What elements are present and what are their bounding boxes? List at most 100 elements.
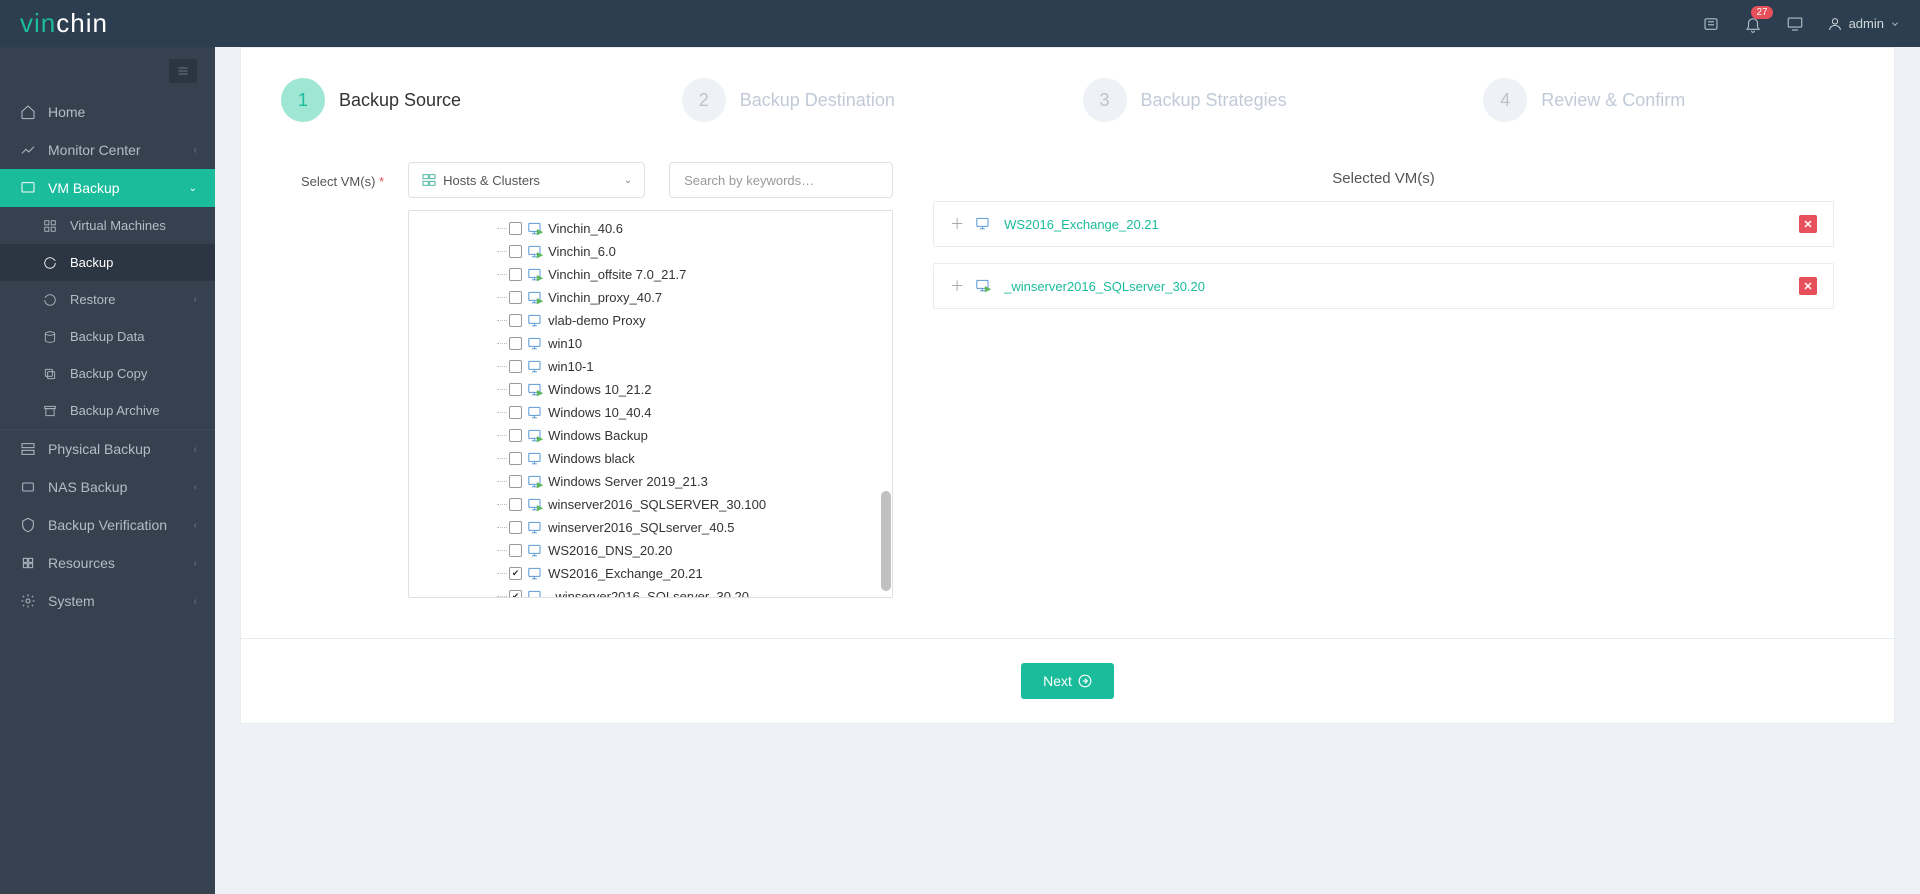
user-menu[interactable]: admin bbox=[1827, 16, 1900, 32]
sidebar-label: VM Backup bbox=[48, 180, 120, 196]
sidebar-item-monitor[interactable]: Monitor Center ‹ bbox=[0, 131, 215, 169]
next-button[interactable]: Next bbox=[1021, 663, 1114, 699]
grid-icon bbox=[40, 219, 60, 233]
nas-icon bbox=[18, 479, 38, 495]
monitor-icon[interactable] bbox=[1785, 14, 1805, 34]
remove-button[interactable]: ✕ bbox=[1799, 277, 1817, 295]
vm-checkbox[interactable] bbox=[509, 521, 522, 534]
layers-icon bbox=[18, 555, 38, 571]
vm-checkbox[interactable] bbox=[509, 590, 522, 598]
sidebar-item-home[interactable]: Home bbox=[0, 93, 215, 131]
sidebar-sub-backup[interactable]: Backup bbox=[0, 244, 215, 281]
tree-item[interactable]: WS2016_DNS_20.20 bbox=[409, 539, 892, 562]
vm-checkbox[interactable] bbox=[509, 544, 522, 557]
vm-checkbox[interactable] bbox=[509, 268, 522, 281]
archive-icon bbox=[40, 404, 60, 418]
tree-item[interactable]: Windows Backup bbox=[409, 424, 892, 447]
sidebar-sub-restore[interactable]: Restore‹ bbox=[0, 281, 215, 318]
tree-item[interactable]: win10-1 bbox=[409, 355, 892, 378]
tree-item[interactable]: vlab-demo Proxy bbox=[409, 309, 892, 332]
vm-name: Windows 10_40.4 bbox=[548, 405, 651, 420]
tree-item[interactable]: Vinchin_40.6 bbox=[409, 217, 892, 240]
vm-checkbox[interactable] bbox=[509, 475, 522, 488]
sidebar-sub-backuparchive[interactable]: Backup Archive bbox=[0, 392, 215, 429]
vm-checkbox[interactable] bbox=[509, 406, 522, 419]
tree-item[interactable]: _winserver2016_SQLserver_30.20 bbox=[409, 585, 892, 598]
vm-name: Vinchin_6.0 bbox=[548, 244, 616, 259]
expand-button[interactable]: ＋ bbox=[950, 214, 964, 234]
wizard-panel: 1Backup Source 2Backup Destination 3Back… bbox=[240, 47, 1895, 724]
sidebar-sub-virtualmachines[interactable]: Virtual Machines bbox=[0, 207, 215, 244]
notifications-icon[interactable] bbox=[1701, 14, 1721, 34]
vm-checkbox[interactable] bbox=[509, 245, 522, 258]
refresh-icon bbox=[40, 256, 60, 270]
scrollbar-thumb[interactable] bbox=[881, 491, 891, 591]
select-vms-label: Select VM(s) * bbox=[301, 162, 384, 598]
vm-checkbox[interactable] bbox=[509, 360, 522, 373]
expand-button[interactable]: ＋ bbox=[950, 276, 964, 296]
tree-item[interactable]: winserver2016_SQLSERVER_30.100 bbox=[409, 493, 892, 516]
vm-checkbox[interactable] bbox=[509, 222, 522, 235]
vm-icon bbox=[528, 245, 544, 259]
sidebar-toggle-button[interactable] bbox=[169, 59, 197, 83]
tree-item[interactable]: Windows 10_21.2 bbox=[409, 378, 892, 401]
bell-icon[interactable]: 27 bbox=[1743, 14, 1763, 34]
chevron-down-icon: ⌄ bbox=[624, 175, 632, 186]
tree-item[interactable]: Vinchin_6.0 bbox=[409, 240, 892, 263]
notification-badge: 27 bbox=[1751, 6, 1772, 19]
vm-checkbox[interactable] bbox=[509, 452, 522, 465]
tree-item[interactable]: WS2016_Exchange_20.21 bbox=[409, 562, 892, 585]
user-name: admin bbox=[1849, 16, 1884, 31]
tree-item[interactable]: Windows black bbox=[409, 447, 892, 470]
sidebar-item-system[interactable]: System ‹ bbox=[0, 582, 215, 620]
step-label: Backup Strategies bbox=[1141, 90, 1287, 111]
sidebar-item-resources[interactable]: Resources ‹ bbox=[0, 544, 215, 582]
chevron-left-icon: ‹ bbox=[194, 520, 197, 531]
vm-icon bbox=[528, 268, 544, 282]
vm-name: Vinchin_proxy_40.7 bbox=[548, 290, 662, 305]
sidebar-label: Monitor Center bbox=[48, 142, 141, 158]
wizard-step-2[interactable]: 2Backup Destination bbox=[682, 78, 1053, 122]
step-number: 4 bbox=[1483, 78, 1527, 122]
sidebar-sub-label: Backup Archive bbox=[70, 403, 160, 418]
vm-checkbox[interactable] bbox=[509, 383, 522, 396]
vm-checkbox[interactable] bbox=[509, 498, 522, 511]
server-icon bbox=[18, 441, 38, 457]
wizard-step-1[interactable]: 1Backup Source bbox=[281, 78, 652, 122]
vm-checkbox[interactable] bbox=[509, 291, 522, 304]
sidebar-item-vmbackup[interactable]: VM Backup ⌄ bbox=[0, 169, 215, 207]
tree-item[interactable]: Vinchin_offsite 7.0_21.7 bbox=[409, 263, 892, 286]
arrow-right-icon bbox=[1078, 674, 1092, 688]
vm-icon bbox=[18, 180, 38, 196]
wizard-step-3[interactable]: 3Backup Strategies bbox=[1083, 78, 1454, 122]
vm-checkbox[interactable] bbox=[509, 429, 522, 442]
tree-item[interactable]: win10 bbox=[409, 332, 892, 355]
sidebar-sub-backupcopy[interactable]: Backup Copy bbox=[0, 355, 215, 392]
sidebar-label: Resources bbox=[48, 555, 115, 571]
vm-checkbox[interactable] bbox=[509, 314, 522, 327]
tree-item[interactable]: Windows 10_40.4 bbox=[409, 401, 892, 424]
vm-checkbox[interactable] bbox=[509, 567, 522, 580]
wizard-step-4[interactable]: 4Review & Confirm bbox=[1483, 78, 1854, 122]
remove-button[interactable]: ✕ bbox=[1799, 215, 1817, 233]
hosts-clusters-dropdown[interactable]: Hosts & Clusters ⌄ bbox=[408, 162, 645, 198]
tree-item[interactable]: Vinchin_proxy_40.7 bbox=[409, 286, 892, 309]
vm-name: win10 bbox=[548, 336, 582, 351]
chevron-left-icon: ‹ bbox=[194, 482, 197, 493]
vm-name: Windows Server 2019_21.3 bbox=[548, 474, 708, 489]
tree-item[interactable]: winserver2016_SQLserver_40.5 bbox=[409, 516, 892, 539]
sidebar-sub-backupdata[interactable]: Backup Data bbox=[0, 318, 215, 355]
vm-name: Windows Backup bbox=[548, 428, 648, 443]
sidebar-item-physicalbackup[interactable]: Physical Backup ‹ bbox=[0, 429, 215, 468]
tree-item[interactable]: Windows Server 2019_21.3 bbox=[409, 470, 892, 493]
vm-icon bbox=[528, 521, 544, 535]
vm-checkbox[interactable] bbox=[509, 337, 522, 350]
logo: vinchin bbox=[20, 8, 108, 39]
vm-icon bbox=[976, 279, 992, 293]
sidebar-item-backupverification[interactable]: Backup Verification ‹ bbox=[0, 506, 215, 544]
sidebar-item-nasbackup[interactable]: NAS Backup ‹ bbox=[0, 468, 215, 506]
search-input[interactable] bbox=[669, 162, 893, 198]
vm-tree[interactable]: Vinchin_40.6 Vinchin_6.0 Vinchin_offsite… bbox=[408, 210, 893, 598]
vm-icon bbox=[528, 590, 544, 599]
sidebar-submenu-vmbackup: Virtual Machines Backup Restore‹ Backup … bbox=[0, 207, 215, 429]
